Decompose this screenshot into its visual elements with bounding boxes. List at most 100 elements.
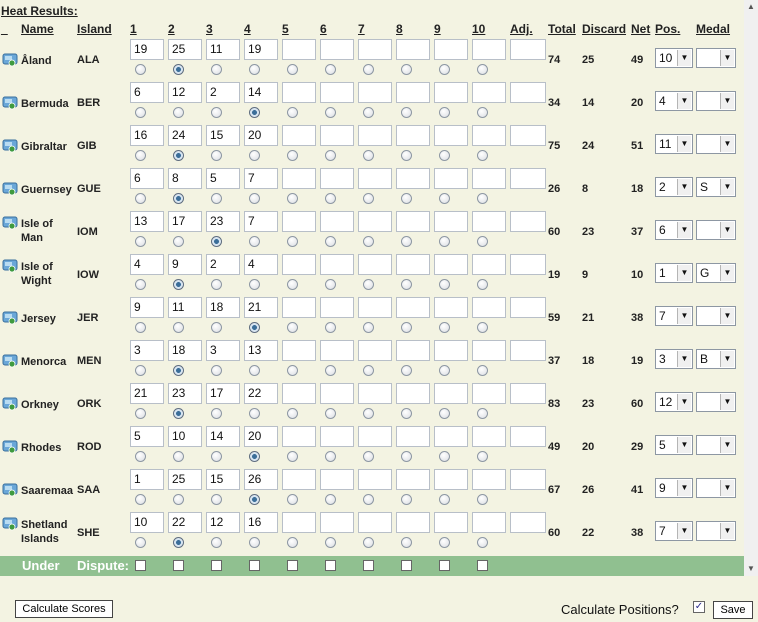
discard-radio-race-1[interactable]: [135, 365, 146, 376]
score-input-race-2[interactable]: 11: [168, 297, 202, 318]
dropdown-arrow-icon[interactable]: ▼: [677, 50, 691, 66]
score-input-race-1[interactable]: 19: [130, 39, 164, 60]
discard-radio-race-9[interactable]: [439, 537, 450, 548]
score-input-race-8[interactable]: [396, 469, 430, 490]
adjustment-input[interactable]: [510, 211, 546, 232]
score-input-race-7[interactable]: [358, 39, 392, 60]
score-input-race-10[interactable]: [472, 39, 506, 60]
score-input-race-10[interactable]: [472, 82, 506, 103]
score-input-race-8[interactable]: [396, 211, 430, 232]
score-input-race-1[interactable]: 21: [130, 383, 164, 404]
discard-radio-race-6[interactable]: [325, 365, 336, 376]
discard-radio-race-10[interactable]: [477, 494, 488, 505]
score-input-race-10[interactable]: [472, 469, 506, 490]
discard-radio-race-2[interactable]: [173, 64, 184, 75]
medal-select[interactable]: ▼: [696, 521, 736, 541]
score-input-race-2[interactable]: 17: [168, 211, 202, 232]
discard-radio-race-5[interactable]: [287, 279, 298, 290]
discard-radio-race-5[interactable]: [287, 150, 298, 161]
score-input-race-1[interactable]: 6: [130, 82, 164, 103]
discard-radio-race-3[interactable]: [211, 365, 222, 376]
dropdown-arrow-icon[interactable]: ▼: [677, 179, 691, 195]
discard-radio-race-1[interactable]: [135, 322, 146, 333]
adjustment-input[interactable]: [510, 254, 546, 275]
score-input-race-3[interactable]: 18: [206, 297, 240, 318]
discard-radio-race-10[interactable]: [477, 150, 488, 161]
discard-radio-race-7[interactable]: [363, 408, 374, 419]
score-input-race-10[interactable]: [472, 340, 506, 361]
save-button[interactable]: Save: [713, 601, 753, 619]
discard-radio-race-10[interactable]: [477, 279, 488, 290]
score-input-race-6[interactable]: [320, 340, 354, 361]
discard-radio-race-9[interactable]: [439, 494, 450, 505]
score-input-race-2[interactable]: 12: [168, 82, 202, 103]
position-select[interactable]: 7 ▼: [655, 521, 693, 541]
score-input-race-5[interactable]: [282, 297, 316, 318]
discard-radio-race-6[interactable]: [325, 537, 336, 548]
dispute-checkbox-race-10[interactable]: [477, 560, 488, 571]
score-input-race-10[interactable]: [472, 512, 506, 533]
discard-radio-race-4[interactable]: [249, 408, 260, 419]
adjustment-input[interactable]: [510, 383, 546, 404]
medal-select[interactable]: ▼: [696, 134, 736, 154]
dropdown-arrow-icon[interactable]: ▼: [720, 222, 734, 238]
discard-radio-race-7[interactable]: [363, 279, 374, 290]
score-input-race-9[interactable]: [434, 426, 468, 447]
discard-radio-race-10[interactable]: [477, 107, 488, 118]
score-input-race-5[interactable]: [282, 469, 316, 490]
score-input-race-6[interactable]: [320, 168, 354, 189]
score-input-race-10[interactable]: [472, 383, 506, 404]
discard-radio-race-2[interactable]: [173, 322, 184, 333]
dropdown-arrow-icon[interactable]: ▼: [677, 394, 691, 410]
discard-radio-race-4[interactable]: [249, 451, 260, 462]
position-select[interactable]: 7 ▼: [655, 306, 693, 326]
score-input-race-8[interactable]: [396, 340, 430, 361]
adjustment-input[interactable]: [510, 426, 546, 447]
score-input-race-6[interactable]: [320, 469, 354, 490]
score-input-race-6[interactable]: [320, 426, 354, 447]
discard-radio-race-1[interactable]: [135, 537, 146, 548]
discard-radio-race-2[interactable]: [173, 365, 184, 376]
discard-radio-race-1[interactable]: [135, 193, 146, 204]
discard-radio-race-2[interactable]: [173, 408, 184, 419]
discard-radio-race-7[interactable]: [363, 193, 374, 204]
discard-radio-race-3[interactable]: [211, 537, 222, 548]
discard-radio-race-6[interactable]: [325, 193, 336, 204]
discard-radio-race-3[interactable]: [211, 494, 222, 505]
position-select[interactable]: 10 ▼: [655, 48, 693, 68]
medal-select[interactable]: B ▼: [696, 349, 736, 369]
score-input-race-5[interactable]: [282, 512, 316, 533]
discard-radio-race-5[interactable]: [287, 365, 298, 376]
position-select[interactable]: 5 ▼: [655, 435, 693, 455]
discard-radio-race-9[interactable]: [439, 64, 450, 75]
discard-radio-race-6[interactable]: [325, 64, 336, 75]
score-input-race-5[interactable]: [282, 39, 316, 60]
adjustment-input[interactable]: [510, 39, 546, 60]
discard-radio-race-1[interactable]: [135, 408, 146, 419]
position-select[interactable]: 6 ▼: [655, 220, 693, 240]
score-input-race-6[interactable]: [320, 512, 354, 533]
discard-radio-race-4[interactable]: [249, 322, 260, 333]
score-input-race-6[interactable]: [320, 39, 354, 60]
score-input-race-4[interactable]: 7: [244, 168, 278, 189]
score-input-race-7[interactable]: [358, 254, 392, 275]
score-input-race-5[interactable]: [282, 383, 316, 404]
discard-radio-race-5[interactable]: [287, 537, 298, 548]
scroll-down-icon[interactable]: ▼: [744, 562, 758, 576]
score-input-race-5[interactable]: [282, 254, 316, 275]
score-input-race-4[interactable]: 26: [244, 469, 278, 490]
score-input-race-3[interactable]: 15: [206, 125, 240, 146]
dropdown-arrow-icon[interactable]: ▼: [720, 265, 734, 281]
medal-select[interactable]: ▼: [696, 435, 736, 455]
score-input-race-8[interactable]: [396, 82, 430, 103]
dropdown-arrow-icon[interactable]: ▼: [720, 308, 734, 324]
score-input-race-5[interactable]: [282, 82, 316, 103]
dispute-checkbox-race-4[interactable]: [249, 560, 260, 571]
score-input-race-3[interactable]: 15: [206, 469, 240, 490]
score-input-race-6[interactable]: [320, 211, 354, 232]
discard-radio-race-8[interactable]: [401, 451, 412, 462]
discard-radio-race-10[interactable]: [477, 322, 488, 333]
score-input-race-7[interactable]: [358, 297, 392, 318]
discard-radio-race-6[interactable]: [325, 451, 336, 462]
score-input-race-3[interactable]: 11: [206, 39, 240, 60]
